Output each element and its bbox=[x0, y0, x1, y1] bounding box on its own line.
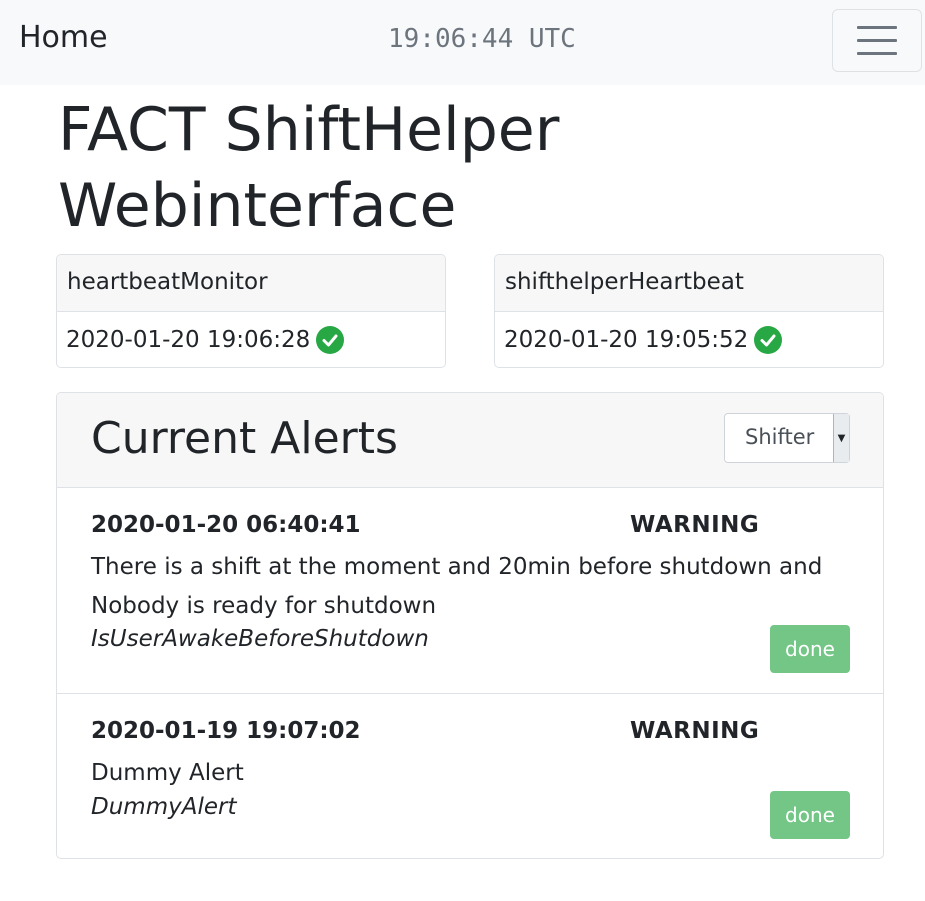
role-select-value: Shifter bbox=[745, 425, 815, 449]
hamburger-menu-icon[interactable] bbox=[832, 9, 922, 72]
alert-time: 2020-01-19 19:07:02 bbox=[91, 718, 361, 744]
heartbeat-body: 2020-01-20 19:05:52 bbox=[495, 312, 883, 367]
heartbeat-card-shifthelper: shifthelperHeartbeat 2020-01-20 19:05:52 bbox=[494, 254, 884, 368]
alert-level: WARNING bbox=[630, 718, 760, 744]
menu-bar bbox=[857, 26, 897, 29]
role-select[interactable]: Shifter ▼ bbox=[724, 413, 850, 463]
caret-down-icon[interactable]: ▼ bbox=[833, 414, 849, 462]
heartbeat-body: 2020-01-20 19:06:28 bbox=[57, 312, 445, 367]
heartbeat-card-monitor: heartbeatMonitor 2020-01-20 19:06:28 bbox=[56, 254, 446, 368]
alert-item: 2020-01-20 06:40:41 WARNING There is a s… bbox=[57, 488, 883, 694]
heartbeat-name: shifthelperHeartbeat bbox=[495, 255, 883, 312]
navbar: Home 19:06:44 UTC bbox=[0, 0, 925, 85]
alerts-title: Current Alerts bbox=[91, 413, 398, 464]
alert-time: 2020-01-20 06:40:41 bbox=[91, 512, 361, 538]
heartbeat-timestamp: 2020-01-20 19:05:52 bbox=[504, 327, 749, 353]
alerts-header: Current Alerts Shifter ▼ bbox=[57, 393, 883, 488]
alert-name: DummyAlert bbox=[91, 794, 237, 820]
alert-level: WARNING bbox=[630, 512, 760, 538]
check-circle-icon bbox=[754, 326, 783, 354]
alert-name: IsUserAwakeBeforeShutdown bbox=[91, 626, 429, 652]
menu-bar bbox=[857, 39, 897, 42]
done-button[interactable]: done bbox=[770, 625, 850, 673]
alerts-card: Current Alerts Shifter ▼ 2020-01-20 06:4… bbox=[56, 392, 884, 859]
home-link[interactable]: Home bbox=[19, 20, 108, 55]
page-title: FACT ShiftHelper Webinterface bbox=[58, 95, 560, 241]
alert-text: There is a shift at the moment and 20min… bbox=[91, 554, 823, 619]
menu-bar bbox=[857, 52, 897, 55]
alert-text: Dummy Alert bbox=[91, 760, 244, 786]
check-circle-icon bbox=[316, 326, 345, 354]
heartbeat-timestamp: 2020-01-20 19:06:28 bbox=[66, 327, 311, 353]
utc-clock: 19:06:44 UTC bbox=[388, 24, 576, 54]
alert-item: 2020-01-19 19:07:02 WARNING Dummy Alert … bbox=[57, 694, 883, 858]
heartbeat-name: heartbeatMonitor bbox=[57, 255, 445, 312]
done-button[interactable]: done bbox=[770, 791, 850, 839]
